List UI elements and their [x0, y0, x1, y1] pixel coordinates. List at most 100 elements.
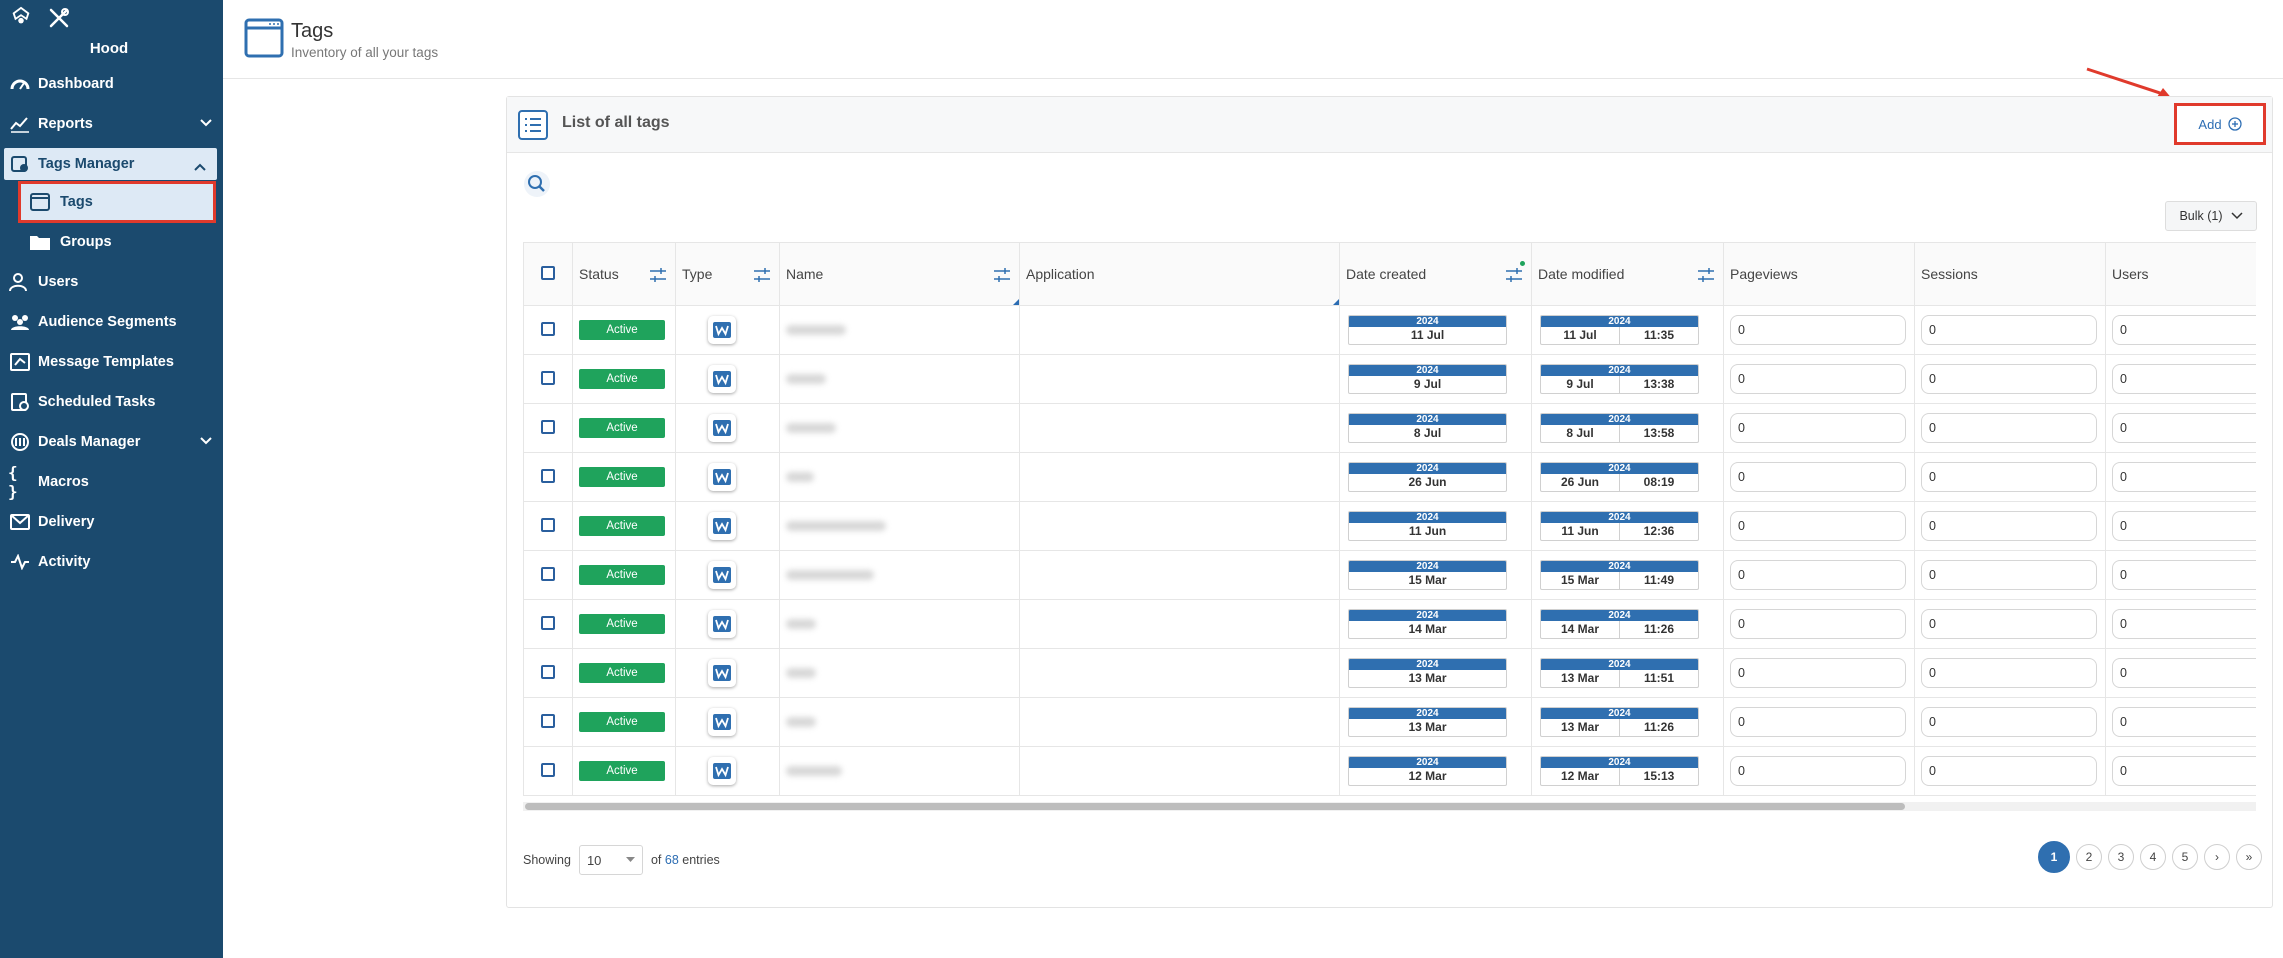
column-header-application[interactable]: Application	[1019, 242, 1340, 306]
filter-sliders-icon[interactable]	[993, 267, 1011, 283]
table-row[interactable]: Active 2024 15 Mar 2024 15 Mar 11:49 0 0 0	[523, 550, 2256, 600]
chevron-up-icon[interactable]	[193, 160, 207, 174]
sidebar-item-deals-manager[interactable]: Deals Manager	[0, 422, 223, 462]
active-filter-dot	[1520, 261, 1525, 266]
column-header-status[interactable]: Status	[572, 242, 676, 306]
name-cell[interactable]	[779, 403, 1020, 453]
redacted-name	[786, 569, 874, 580]
select-all-checkbox[interactable]	[541, 265, 555, 280]
sidebar-item-macros[interactable]: { } Macros	[0, 462, 223, 502]
table-row[interactable]: Active 2024 26 Jun 2024 26 Jun 08:19 0 0 0	[523, 452, 2256, 502]
sidebar-item-users[interactable]: Users	[0, 262, 223, 302]
date-time: 11:35	[1619, 327, 1698, 344]
row-checkbox[interactable]	[541, 664, 555, 679]
page-3-button[interactable]: 3	[2108, 844, 2134, 870]
users-value: 0	[2112, 462, 2256, 492]
filter-sliders-icon[interactable]	[649, 267, 667, 283]
filter-sliders-icon[interactable]	[1505, 267, 1523, 283]
date-day: 13 Mar	[1560, 671, 1600, 685]
name-cell[interactable]	[779, 550, 1020, 600]
name-cell[interactable]	[779, 599, 1020, 649]
scrollbar-thumb[interactable]	[525, 803, 1905, 810]
tools-icon[interactable]	[47, 6, 71, 30]
add-button[interactable]: Add	[2174, 103, 2266, 145]
sidebar-top: Hood	[0, 0, 223, 64]
column-header-users[interactable]: Users	[2105, 242, 2256, 306]
date-year: 2024	[1541, 316, 1698, 327]
sidebar-item-audience-segments[interactable]: Audience Segments	[0, 302, 223, 342]
sidebar-item-message-templates[interactable]: Message Templates	[0, 342, 223, 382]
bulk-button[interactable]: Bulk (1)	[2165, 201, 2257, 231]
sidebar-item-dashboard[interactable]: Dashboard	[0, 64, 223, 104]
name-cell[interactable]	[779, 452, 1020, 502]
sidebar-item-activity[interactable]: Activity	[0, 542, 223, 582]
users-cell: 0	[2105, 746, 2256, 796]
status-cell: Active	[572, 354, 676, 404]
sidebar-item-tags[interactable]: Tags	[18, 181, 216, 223]
pagination: 1 2 3 4 5 › »	[2038, 841, 2262, 873]
table-row[interactable]: Active 2024 9 Jul 2024 9 Jul 13:38 0 0 0	[523, 354, 2256, 404]
pageviews-value: 0	[1730, 756, 1906, 786]
table-row[interactable]: Active 2024 13 Mar 2024 13 Mar 11:26 0 0 0	[523, 697, 2256, 747]
status-badge: Active	[579, 614, 665, 634]
horizontal-scrollbar[interactable]	[523, 802, 2256, 811]
name-cell[interactable]	[779, 648, 1020, 698]
row-select-cell	[523, 452, 573, 502]
table-row[interactable]: Active 2024 11 Jun 2024 11 Jun 12:36 0 0 0	[523, 501, 2256, 551]
row-checkbox[interactable]	[541, 468, 555, 483]
column-header-date-created[interactable]: Date created	[1339, 242, 1532, 306]
date-time: 11:26	[1619, 719, 1698, 736]
page-2-button[interactable]: 2	[2076, 844, 2102, 870]
chevron-down-icon[interactable]	[199, 434, 213, 448]
column-header-pageviews[interactable]: Pageviews	[1723, 242, 1915, 306]
name-cell[interactable]	[779, 697, 1020, 747]
date-day: 15 Mar	[1560, 573, 1600, 587]
page-subtitle: Inventory of all your tags	[291, 45, 439, 60]
logo-icon[interactable]	[10, 6, 32, 28]
row-checkbox[interactable]	[541, 615, 555, 630]
row-checkbox[interactable]	[541, 566, 555, 581]
page-5-button[interactable]: 5	[2172, 844, 2198, 870]
row-checkbox[interactable]	[541, 370, 555, 385]
sidebar-item-scheduled-tasks[interactable]: Scheduled Tasks	[0, 382, 223, 422]
column-header-date-modified[interactable]: Date modified	[1531, 242, 1724, 306]
users-cell: 0	[2105, 354, 2256, 404]
row-checkbox[interactable]	[541, 713, 555, 728]
name-cell[interactable]	[779, 501, 1020, 551]
page-length-select[interactable]: 10	[578, 845, 643, 875]
column-header-name[interactable]: Name	[779, 242, 1020, 306]
sidebar-item-tags-manager[interactable]: Tags Manager	[4, 148, 217, 180]
column-header-type[interactable]: Type	[675, 242, 780, 306]
row-checkbox[interactable]	[541, 762, 555, 777]
sidebar-item-delivery[interactable]: Delivery	[0, 502, 223, 542]
sidebar-item-groups[interactable]: Groups	[0, 222, 223, 262]
brand-name: Hood	[89, 40, 129, 57]
table-row[interactable]: Active 2024 8 Jul 2024 8 Jul 13:58 0 0 0	[523, 403, 2256, 453]
resize-handle[interactable]	[1013, 299, 1019, 305]
table-row[interactable]: Active 2024 12 Mar 2024 12 Mar 15:13 0 0 0	[523, 746, 2256, 796]
table-row[interactable]: Active 2024 14 Mar 2024 14 Mar 11:26 0 0 0	[523, 599, 2256, 649]
page-1-button[interactable]: 1	[2038, 841, 2070, 873]
last-page-button[interactable]: »	[2236, 844, 2262, 870]
next-page-button[interactable]: ›	[2204, 844, 2230, 870]
sidebar-item-reports[interactable]: Reports	[0, 104, 223, 144]
users-value: 0	[2112, 707, 2256, 737]
filter-sliders-icon[interactable]	[753, 267, 771, 283]
name-cell[interactable]	[779, 305, 1020, 355]
table-row[interactable]: Active 2024 11 Jul 2024 11 Jul 11:35 0 0 0	[523, 305, 2256, 355]
row-checkbox[interactable]	[541, 517, 555, 532]
showing-label: Showing	[523, 853, 571, 867]
resize-handle[interactable]	[1333, 299, 1339, 305]
row-checkbox[interactable]	[541, 321, 555, 336]
date-modified-badge: 2024 8 Jul 13:58	[1540, 413, 1699, 443]
name-cell[interactable]	[779, 746, 1020, 796]
row-checkbox[interactable]	[541, 419, 555, 434]
name-cell[interactable]	[779, 354, 1020, 404]
pageviews-cell: 0	[1723, 452, 1915, 502]
column-header-sessions[interactable]: Sessions	[1914, 242, 2106, 306]
page-4-button[interactable]: 4	[2140, 844, 2166, 870]
filter-sliders-icon[interactable]	[1697, 267, 1715, 283]
search-icon[interactable]	[523, 170, 551, 198]
table-row[interactable]: Active 2024 13 Mar 2024 13 Mar 11:51 0 0 0	[523, 648, 2256, 698]
chevron-down-icon[interactable]	[199, 116, 213, 130]
